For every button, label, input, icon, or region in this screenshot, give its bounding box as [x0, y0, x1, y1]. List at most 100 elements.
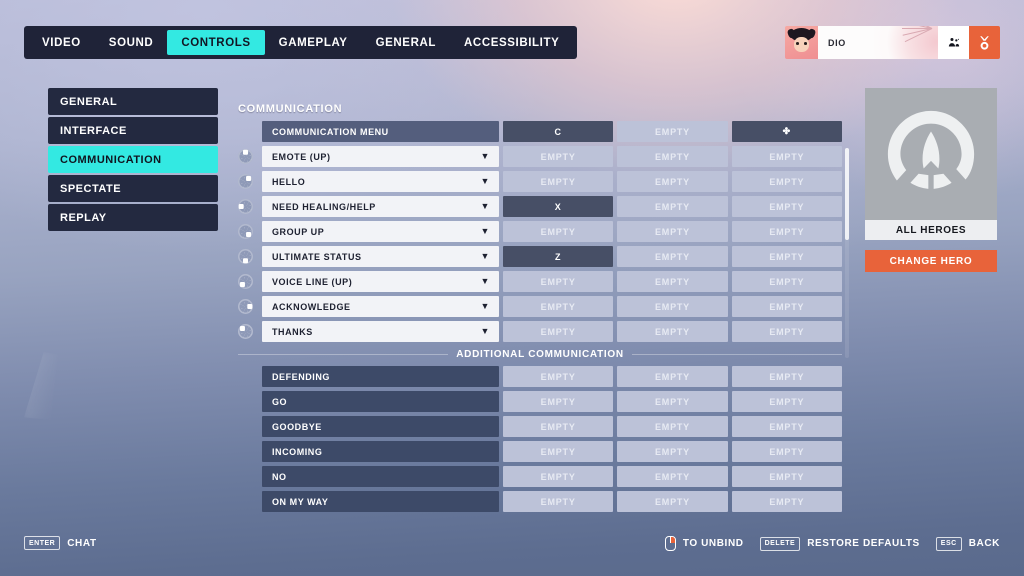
bind-cell-6-3[interactable]: EMPTY: [731, 271, 842, 292]
player-name-box[interactable]: DIO: [818, 26, 938, 59]
bind-cell-communication-menu-2[interactable]: EMPTY: [617, 121, 728, 142]
bind-cell-7-3[interactable]: EMPTY: [731, 296, 842, 317]
bind-cell-2-3[interactable]: EMPTY: [731, 171, 842, 192]
bind-cell-1-1[interactable]: EMPTY: [503, 146, 614, 167]
tab-gameplay[interactable]: GAMEPLAY: [265, 30, 362, 55]
bind-cell-8-1[interactable]: EMPTY: [503, 321, 614, 342]
bind-cell-1-2[interactable]: EMPTY: [617, 146, 728, 167]
medal-icon[interactable]: [969, 26, 1000, 59]
bind-cell-1-3[interactable]: EMPTY: [731, 146, 842, 167]
additional-bind-cell-6-2[interactable]: EMPTY: [617, 491, 728, 512]
sidebar-item-replay[interactable]: REPLAY: [48, 204, 218, 231]
change-hero-button[interactable]: CHANGE HERO: [865, 250, 997, 272]
bind-cell-8-3[interactable]: EMPTY: [731, 321, 842, 342]
additional-label-on-my-way[interactable]: ON MY WAY: [262, 491, 499, 512]
additional-bind-cell-1-1[interactable]: EMPTY: [503, 366, 614, 387]
wheel-slot-empty: [238, 366, 262, 387]
tab-sound[interactable]: SOUND: [95, 30, 168, 55]
sidebar-item-interface[interactable]: INTERFACE: [48, 117, 218, 144]
bind-cell-3-2[interactable]: EMPTY: [617, 196, 728, 217]
sidebar-item-communication[interactable]: COMMUNICATION: [48, 146, 218, 173]
keycap-delete: DELETE: [759, 536, 801, 551]
wheel-slot-empty: [238, 416, 262, 437]
tab-controls[interactable]: CONTROLS: [167, 30, 265, 55]
additional-bind-cell-6-1[interactable]: EMPTY: [503, 491, 614, 512]
bind-cell-7-1[interactable]: EMPTY: [503, 296, 614, 317]
bind-cell-4-1[interactable]: EMPTY: [503, 221, 614, 242]
scrollbar-track[interactable]: [845, 148, 849, 358]
dropdown-ultimate-status[interactable]: ULTIMATE STATUS ▼: [262, 246, 499, 267]
bind-cell-communication-menu-1[interactable]: C: [503, 121, 614, 142]
bind-cell-7-2[interactable]: EMPTY: [617, 296, 728, 317]
bind-cell-2-1[interactable]: EMPTY: [503, 171, 614, 192]
additional-label-go[interactable]: GO: [262, 391, 499, 412]
dropdown-thanks[interactable]: THANKS ▼: [262, 321, 499, 342]
dropdown-voice-line-up[interactable]: VOICE LINE (UP) ▼: [262, 271, 499, 292]
dropdown-hello[interactable]: HELLO ▼: [262, 171, 499, 192]
player-card[interactable]: DIO: [785, 26, 1000, 59]
dropdown-acknowledge[interactable]: ACKNOWLEDGE ▼: [262, 296, 499, 317]
additional-bind-cell-5-3[interactable]: EMPTY: [731, 466, 842, 487]
tab-general[interactable]: GENERAL: [362, 30, 450, 55]
bind-cell-5-2[interactable]: EMPTY: [617, 246, 728, 267]
additional-label-defending[interactable]: DEFENDING: [262, 366, 499, 387]
additional-bind-cell-3-1[interactable]: EMPTY: [503, 416, 614, 437]
group-icon[interactable]: [938, 26, 969, 59]
bind-cell-5-1[interactable]: Z: [503, 246, 614, 267]
dropdown-group-up[interactable]: GROUP UP ▼: [262, 221, 499, 242]
sidebar-item-spectate[interactable]: SPECTATE: [48, 175, 218, 202]
bind-cell-8-2[interactable]: EMPTY: [617, 321, 728, 342]
bind-cell-2-2[interactable]: EMPTY: [617, 171, 728, 192]
main-tab-bar: VIDEO SOUND CONTROLS GAMEPLAY GENERAL ACCESSI…: [24, 26, 578, 59]
label-text: VOICE LINE (UP): [272, 276, 353, 287]
additional-bind-cell-4-2[interactable]: EMPTY: [617, 441, 728, 462]
table-row: VOICE LINE (UP) ▼ EMPTY EMPTY EMPTY: [238, 271, 842, 292]
scrollbar-thumb[interactable]: [845, 148, 849, 240]
label-text: EMOTE (UP): [272, 151, 331, 162]
tab-accessibility[interactable]: ACCESSIBILITY: [450, 30, 573, 55]
bottom-bar-left: ENTER CHAT: [24, 536, 97, 550]
wheel-slot: [238, 171, 262, 192]
additional-bind-cell-4-1[interactable]: EMPTY: [503, 441, 614, 462]
additional-label-incoming[interactable]: INCOMING: [262, 441, 499, 462]
additional-bind-cell-2-1[interactable]: EMPTY: [503, 391, 614, 412]
bind-cell-4-3[interactable]: EMPTY: [731, 221, 842, 242]
bind-cell-5-3[interactable]: EMPTY: [731, 246, 842, 267]
bind-cell-6-2[interactable]: EMPTY: [617, 271, 728, 292]
table-row: NEED HEALING/HELP ▼ X EMPTY EMPTY: [238, 196, 842, 217]
additional-label-goodbye[interactable]: GOODBYE: [262, 416, 499, 437]
wheel-active-segment: [240, 282, 245, 287]
communication-wheel-icon: [238, 174, 253, 189]
additional-bind-cell-6-3[interactable]: EMPTY: [731, 491, 842, 512]
communication-wheel-icon: [238, 149, 253, 164]
bottom-bar-right: TO UNBIND DELETE RESTORE DEFAULTS ESC BACK: [664, 536, 1000, 551]
additional-bind-cell-5-2[interactable]: EMPTY: [617, 466, 728, 487]
additional-bind-cell-2-3[interactable]: EMPTY: [731, 391, 842, 412]
additional-bind-cell-3-3[interactable]: EMPTY: [731, 416, 842, 437]
tab-video[interactable]: VIDEO: [28, 30, 95, 55]
bind-cell-3-3[interactable]: EMPTY: [731, 196, 842, 217]
additional-bind-cell-2-2[interactable]: EMPTY: [617, 391, 728, 412]
additional-bind-cell-1-3[interactable]: EMPTY: [731, 366, 842, 387]
additional-bind-cell-5-1[interactable]: EMPTY: [503, 466, 614, 487]
additional-bind-cell-3-2[interactable]: EMPTY: [617, 416, 728, 437]
bind-cell-4-2[interactable]: EMPTY: [617, 221, 728, 242]
additional-bind-cell-4-3[interactable]: EMPTY: [731, 441, 842, 462]
sidebar-item-general[interactable]: GENERAL: [48, 88, 218, 115]
additional-label-no[interactable]: NO: [262, 466, 499, 487]
bind-cell-communication-menu-3[interactable]: ✤: [731, 121, 842, 142]
bind-cell-6-1[interactable]: EMPTY: [503, 271, 614, 292]
avatar-face: [794, 37, 809, 52]
dropdown-emote-up[interactable]: EMOTE (UP) ▼: [262, 146, 499, 167]
avatar-eyes: [796, 42, 807, 45]
hint-to-unbind: TO UNBIND: [664, 536, 744, 551]
settings-sidebar: GENERAL INTERFACE COMMUNICATION SPECTATE REP…: [48, 88, 218, 233]
bind-cell-3-1[interactable]: X: [503, 196, 614, 217]
additional-bind-cell-1-2[interactable]: EMPTY: [617, 366, 728, 387]
label-text: GOODBYE: [272, 421, 322, 432]
dropdown-need-healing-help[interactable]: NEED HEALING/HELP ▼: [262, 196, 499, 217]
chevron-down-icon: ▼: [480, 276, 490, 286]
table-row: DEFENDING EMPTY EMPTY EMPTY: [238, 366, 842, 387]
communication-menu-row-host: COMMUNICATION MENU C EMPTY ✤: [238, 121, 842, 142]
table-row: GOODBYE EMPTY EMPTY EMPTY: [238, 416, 842, 437]
